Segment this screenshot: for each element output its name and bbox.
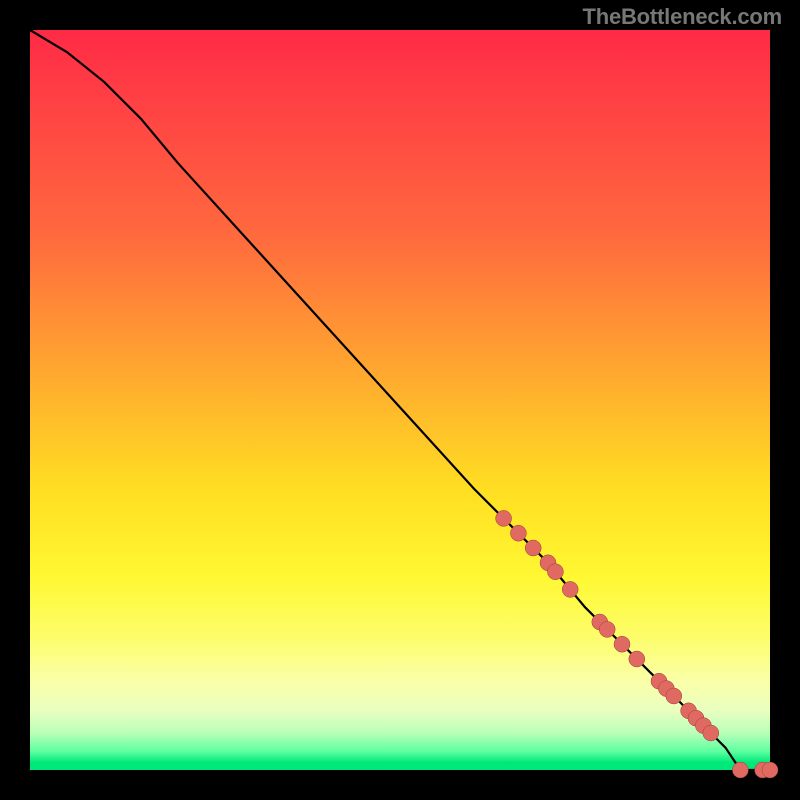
data-points-group xyxy=(496,510,778,778)
data-point xyxy=(614,636,630,652)
data-point xyxy=(547,564,563,580)
data-point xyxy=(666,688,682,704)
watermark-text: TheBottleneck.com xyxy=(582,4,782,30)
data-point xyxy=(496,510,512,526)
data-point xyxy=(525,540,541,556)
data-point xyxy=(629,651,645,667)
data-point xyxy=(510,525,526,541)
plot-area xyxy=(30,30,770,770)
data-point xyxy=(562,581,578,597)
chart-svg xyxy=(30,30,770,770)
data-point xyxy=(703,725,719,741)
chart-frame: TheBottleneck.com xyxy=(0,0,800,800)
data-point xyxy=(762,762,778,778)
data-point xyxy=(732,762,748,778)
data-point xyxy=(599,621,615,637)
trend-line xyxy=(30,30,770,770)
